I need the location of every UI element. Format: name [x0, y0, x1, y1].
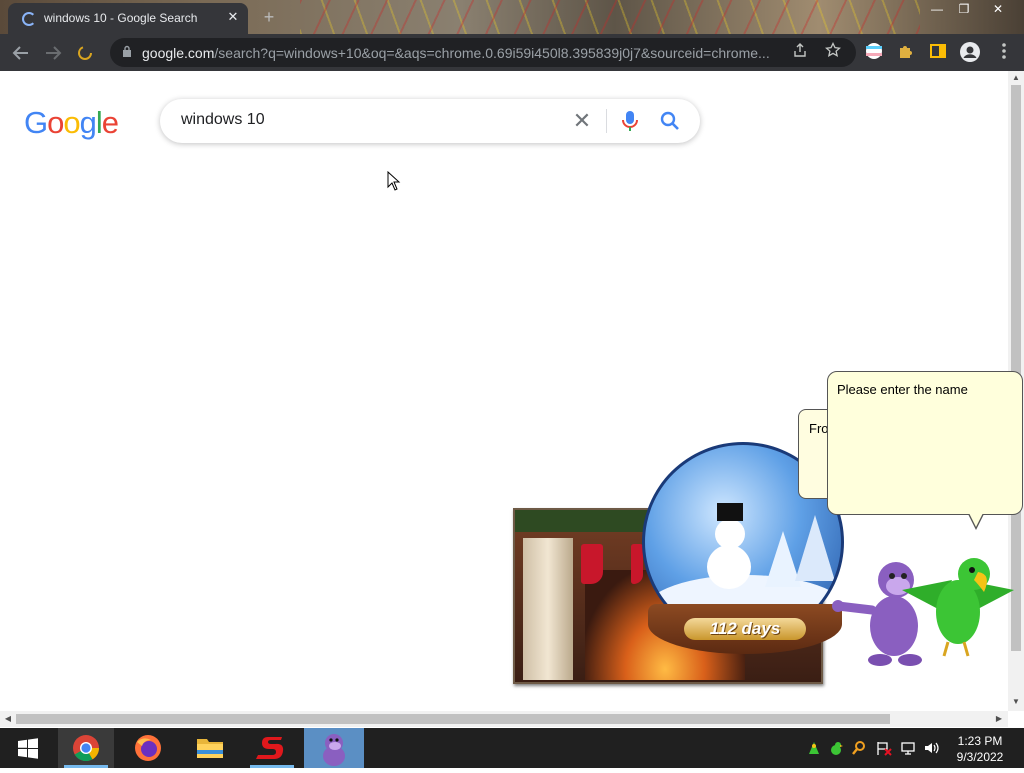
taskbar-bonzibuddy[interactable]	[304, 728, 364, 768]
scroll-right-icon[interactable]: ▶	[992, 712, 1006, 726]
logo-letter: e	[101, 105, 119, 140]
start-button[interactable]	[0, 728, 56, 768]
scroll-up-icon[interactable]: ▲	[1009, 71, 1023, 85]
bonzibuddy-icon	[323, 734, 345, 766]
search-box[interactable]: windows 10 ✕	[160, 99, 700, 143]
volume-icon[interactable]	[923, 740, 939, 756]
tray-app-icon[interactable]	[806, 740, 822, 756]
url-text: google.com/search?q=windows+10&oq=&aqs=c…	[142, 45, 782, 61]
search-input[interactable]: windows 10	[181, 111, 265, 129]
speech-bubble-tail	[968, 513, 984, 530]
stocking-icon	[631, 544, 643, 584]
fireplace-pillar	[523, 538, 573, 680]
search-divider	[606, 109, 607, 133]
taskbar-s-app[interactable]	[244, 728, 300, 768]
tray-search-icon[interactable]	[851, 740, 867, 756]
taskbar-chrome[interactable]	[58, 728, 114, 768]
loading-stop-icon[interactable]	[72, 40, 98, 66]
theme-background	[300, 0, 920, 34]
s-app-icon	[256, 737, 284, 759]
scroll-down-icon[interactable]: ▼	[1009, 695, 1023, 709]
lock-icon[interactable]	[122, 45, 132, 58]
window-close-button[interactable]: ✕	[985, 0, 1011, 18]
browser-toolbar: google.com/search?q=windows+10&oq=&aqs=c…	[0, 34, 1024, 71]
sidepanel-icon[interactable]	[928, 42, 948, 62]
mouse-cursor-icon	[387, 171, 401, 191]
snowy-tree-icon	[795, 515, 835, 581]
new-tab-button[interactable]: +	[258, 6, 280, 28]
tray-flag-error-icon[interactable]	[876, 740, 892, 756]
address-bar[interactable]: google.com/search?q=windows+10&oq=&aqs=c…	[110, 38, 856, 67]
logo-letter: o	[63, 105, 80, 140]
search-icon[interactable]	[658, 109, 682, 133]
windows-taskbar: 1:23 PM 9/3/2022	[0, 728, 1024, 768]
google-logo[interactable]: Google	[24, 105, 119, 141]
back-icon[interactable]	[8, 40, 34, 66]
minimize-button[interactable]: —	[924, 0, 950, 18]
clock-time: 1:23 PM	[957, 734, 1003, 748]
stocking-icon	[581, 544, 603, 584]
star-icon[interactable]	[823, 41, 843, 62]
taskbar-firefox[interactable]	[120, 728, 176, 768]
taskbar-file-explorer[interactable]	[182, 728, 238, 768]
url-path: /search?q=windows+10&oq=&aqs=chrome.0.69…	[214, 45, 770, 61]
logo-letter: o	[47, 105, 64, 140]
bubble-behind-text: Fro	[809, 421, 829, 436]
bubble-text: Please enter the name	[837, 382, 968, 397]
horizontal-scroll-thumb[interactable]	[16, 714, 890, 724]
taskbar-clock[interactable]: 1:23 PM 9/3/2022	[944, 733, 1016, 765]
menu-icon[interactable]	[994, 42, 1014, 62]
top-hat-icon	[717, 503, 743, 521]
firefox-icon	[135, 735, 161, 761]
network-icon[interactable]	[900, 740, 916, 756]
logo-letter: g	[79, 105, 97, 140]
speech-bubble[interactable]: Please enter the name	[827, 371, 1023, 515]
start-icon	[18, 738, 38, 759]
puzzle-icon[interactable]	[896, 42, 916, 62]
horizontal-scrollbar[interactable]: ◀ ▶	[0, 711, 1008, 727]
tray-parrot-icon[interactable]	[828, 740, 844, 756]
scroll-left-icon[interactable]: ◀	[1, 712, 15, 726]
extension-flag-icon[interactable]	[864, 42, 884, 62]
logo-letter: G	[24, 105, 48, 140]
clock-date: 9/3/2022	[956, 750, 1004, 764]
countdown-label: 112 days	[684, 618, 806, 640]
forward-icon[interactable]	[40, 40, 66, 66]
share-icon[interactable]	[790, 42, 810, 62]
tab-close-icon[interactable]: ✕	[224, 8, 242, 26]
tab-title: windows 10 - Google Search	[44, 11, 198, 25]
file-explorer-icon	[197, 739, 223, 758]
snowman-body	[707, 545, 751, 589]
tab-strip: windows 10 - Google Search ✕ + — ❐ ✕	[0, 0, 1024, 34]
clear-search-icon[interactable]: ✕	[570, 109, 594, 133]
restore-button[interactable]: ❐	[951, 0, 977, 18]
profile-icon[interactable]	[960, 42, 980, 62]
voice-search-icon[interactable]	[620, 109, 640, 133]
loading-spinner-icon	[22, 12, 36, 26]
url-host: google.com	[142, 45, 215, 61]
parrot-icon[interactable]	[892, 550, 1024, 660]
tab-active[interactable]: windows 10 - Google Search ✕	[8, 3, 248, 34]
snowman-head	[715, 519, 745, 549]
chrome-icon	[73, 735, 100, 762]
